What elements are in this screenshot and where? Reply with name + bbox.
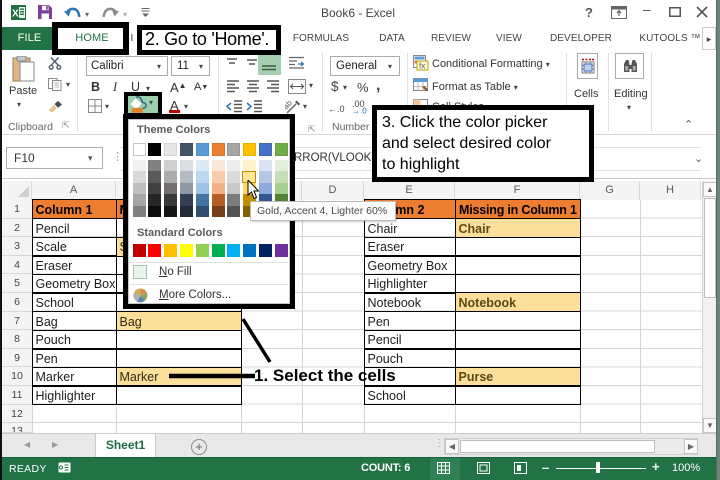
svg-text:X: X	[12, 9, 19, 20]
svg-text:fx: fx	[419, 62, 425, 71]
svg-text:→.0: →.0	[352, 107, 367, 115]
